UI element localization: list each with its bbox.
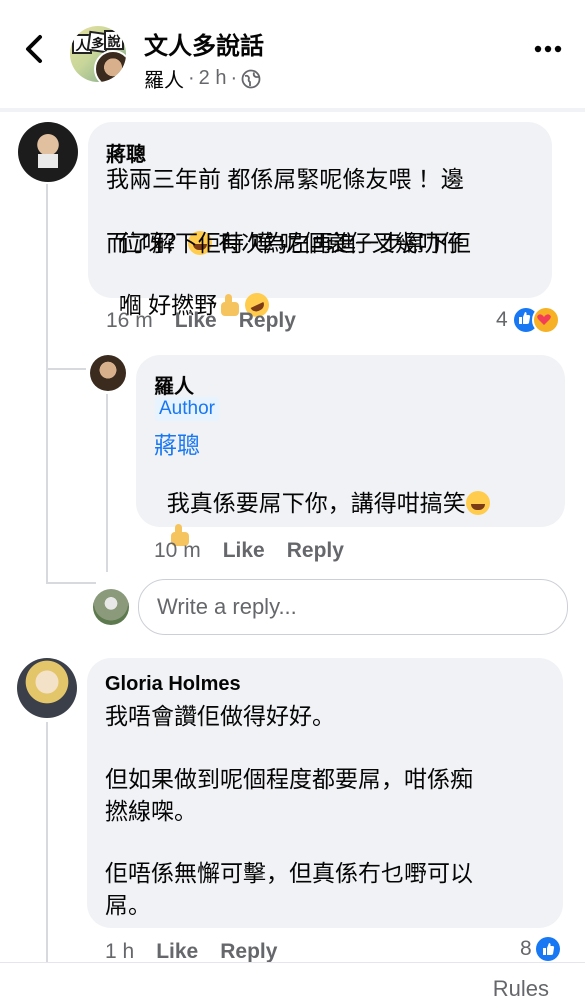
thread-line (46, 184, 48, 584)
reply-input-placeholder: Write a reply... (157, 594, 297, 619)
comment-text-line: 撚線㗎。 (105, 798, 197, 824)
reaction-summary[interactable]: 8 (520, 937, 560, 961)
comment-time[interactable]: 16 m (106, 309, 153, 333)
current-user-avatar (93, 589, 129, 625)
care-reaction-icon (531, 306, 560, 334)
commenter-name[interactable]: Gloria Holmes (105, 673, 241, 696)
more-horizontal-icon[interactable] (534, 44, 562, 54)
header-divider (0, 108, 585, 112)
comment-text-line: 而了解下佢時 嘩 呢個衰仔又幾叻仔 (106, 230, 464, 256)
thread-line (106, 394, 108, 572)
meta-dot: · (230, 67, 238, 89)
comment-text-line: 我兩三年前 都係屌緊呢條友喂 ！邊 (106, 166, 464, 192)
commenter-avatar[interactable] (90, 355, 126, 391)
comment-text-line: 佢唔係無懈可擊，但真係冇乜嘢可以 (105, 860, 473, 886)
commenter-name[interactable]: 蔣聰 (106, 138, 146, 167)
reply-input[interactable]: Write a reply... (138, 579, 568, 635)
comment-time[interactable]: 1 h (105, 940, 134, 964)
page-avatar[interactable]: 人 多 說 (70, 26, 126, 82)
globe-icon (241, 69, 261, 88)
comment-text-segment: 我真係要屌下你，講得咁搞笑 (166, 489, 466, 516)
thread-line (46, 368, 86, 370)
comment-actions: 16 m Like Reply (106, 309, 296, 333)
post-time[interactable]: 2 h (199, 67, 227, 90)
comment-text-line: 我唔會讚佢做得好好。 (105, 703, 335, 729)
post-header: 人 多 說 文人多說話 羅人 · 2 h · (0, 0, 585, 108)
rules-link[interactable]: Rules (493, 976, 549, 1002)
commenter-avatar[interactable] (17, 658, 77, 718)
comment-time[interactable]: 10 m (154, 539, 201, 563)
like-button[interactable]: Like (223, 539, 265, 563)
post-author[interactable]: 羅人 (144, 64, 184, 93)
laughing-emoji-icon (465, 490, 490, 515)
reply-button[interactable]: Reply (287, 539, 344, 563)
thread-line (46, 582, 96, 584)
page-title[interactable]: 文人多說話 (144, 26, 264, 61)
chevron-left-icon[interactable] (22, 34, 48, 64)
comment-actions: 10 m Like Reply (154, 539, 344, 563)
meta-dot: · (188, 67, 195, 89)
reply-button[interactable]: Reply (220, 940, 277, 964)
author-badge: Author (155, 397, 219, 421)
shirt-collar (38, 154, 58, 168)
like-reaction-icon (535, 937, 560, 961)
thread-line (46, 722, 48, 962)
mention-link[interactable]: 蔣聰 (154, 426, 200, 460)
reply-button[interactable]: Reply (239, 309, 296, 333)
reaction-summary[interactable]: 4 (496, 306, 560, 334)
comment-text-line: 我真係要屌下你，講得咁搞笑 (154, 456, 490, 519)
comment-actions: 1 h Like Reply (105, 940, 277, 964)
commenter-avatar[interactable] (18, 122, 78, 182)
commenter-name[interactable]: 羅人 (154, 370, 194, 399)
post-meta: 羅人 · 2 h · (144, 64, 261, 93)
like-button[interactable]: Like (175, 309, 217, 333)
reaction-count: 8 (520, 937, 532, 960)
comment-text-line: 但如果做到呢個程度都要屌，咁係痴 (105, 766, 473, 792)
comment-text-line: 屌。 (105, 892, 151, 918)
reaction-count: 4 (496, 308, 508, 331)
logo-tile: 說 (104, 30, 124, 50)
like-button[interactable]: Like (156, 940, 198, 964)
author-avatar (94, 50, 126, 82)
